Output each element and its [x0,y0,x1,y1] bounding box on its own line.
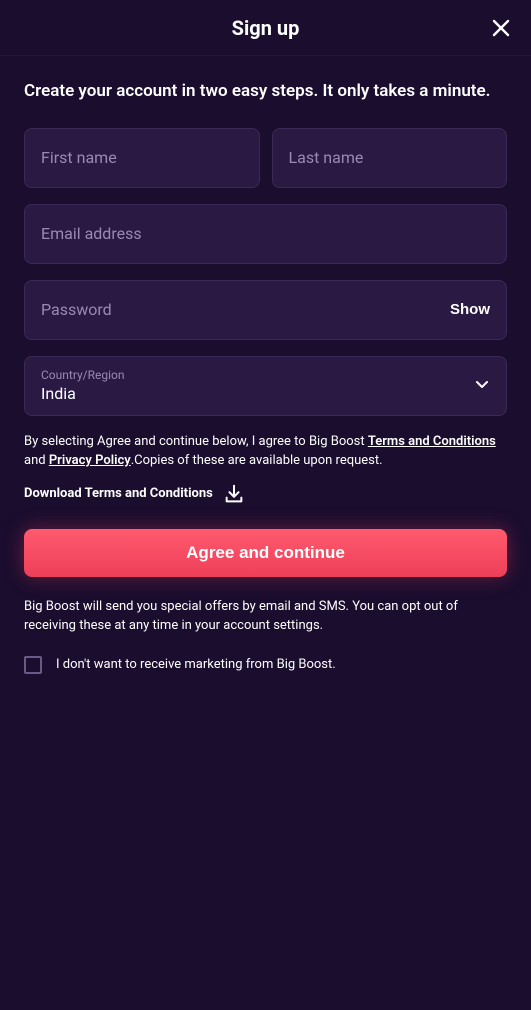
download-label: Download Terms and Conditions [24,486,213,501]
country-value: India [41,384,76,403]
terms-mid: and [24,453,49,468]
close-icon [491,18,511,38]
form-content: Create your account in two easy steps. I… [0,56,531,698]
marketing-disclosure: Big Boost will send you special offers b… [24,597,507,636]
privacy-link[interactable]: Privacy Policy [49,453,131,468]
password-field[interactable]: Password Show [24,280,507,340]
download-icon [223,483,245,505]
chevron-down-icon [474,376,490,396]
first-name-field[interactable]: First name [24,128,260,188]
terms-link[interactable]: Terms and Conditions [368,434,496,449]
country-label: Country/Region [41,368,125,382]
last-name-input[interactable] [289,149,491,167]
terms-prefix: By selecting Agree and continue below, I… [24,434,368,449]
marketing-optout-label: I don't want to receive marketing from B… [56,657,336,672]
last-name-field[interactable]: Last name [272,128,508,188]
marketing-optout-row: I don't want to receive marketing from B… [24,656,507,674]
email-field[interactable]: Email address [24,204,507,264]
first-name-input[interactable] [41,149,243,167]
modal-header: Sign up [0,0,531,56]
password-input[interactable] [41,301,490,319]
terms-suffix: .Copies of these are available upon requ… [131,453,383,468]
agree-continue-button[interactable]: Agree and continue [24,529,507,577]
download-terms-button[interactable]: Download Terms and Conditions [24,483,507,505]
subtitle: Create your account in two easy steps. I… [24,80,507,104]
terms-text: By selecting Agree and continue below, I… [24,432,507,471]
page-title: Sign up [232,16,300,40]
show-password-button[interactable]: Show [450,301,490,318]
marketing-optout-checkbox[interactable] [24,656,42,674]
close-button[interactable] [487,14,515,42]
email-input[interactable] [41,225,490,243]
country-select[interactable]: Country/Region India [24,356,507,416]
